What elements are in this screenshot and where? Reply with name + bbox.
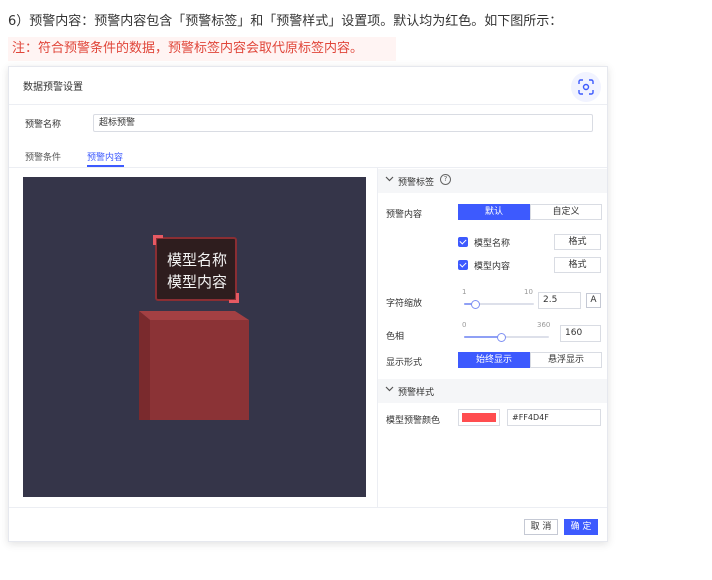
tabs-divider (9, 167, 607, 168)
color-swatch (462, 413, 496, 422)
tag-line-content: 模型内容 (167, 273, 228, 291)
dialog-title: 数据预警设置 (23, 82, 83, 93)
hue-fill (464, 336, 502, 338)
hue-label: 色相 (386, 332, 405, 342)
section-warning-style[interactable]: 预警样式 (378, 379, 607, 403)
header-divider (9, 104, 607, 105)
warning-tag: 模型名称 模型内容 (153, 235, 239, 303)
tag-corner-top-left (153, 235, 163, 245)
hue-thumb[interactable] (496, 332, 506, 342)
font-style-button[interactable]: A (586, 293, 601, 308)
font-scale-label: 字符缩放 (386, 299, 423, 309)
section-warning-label[interactable]: 预警标签 ? (378, 169, 607, 193)
font-scale-min: 1 (462, 288, 467, 296)
preview-canvas[interactable]: 模型名称 模型内容 (23, 177, 366, 497)
font-scale-input[interactable]: 2.5 (538, 292, 581, 309)
section-title: 预警样式 (398, 388, 435, 398)
display-hover-option[interactable]: 悬浮显示 (530, 352, 602, 368)
tab-content[interactable]: 预警内容 (87, 150, 123, 163)
name-input[interactable]: 超标预警 (93, 114, 593, 132)
content-default-option[interactable]: 默认 (458, 204, 530, 220)
model-box (139, 311, 249, 420)
warning-settings-dialog: 数据预警设置 预警名称 超标预警 预警条件 预警内容 模型名称 模型内容 预警标… (8, 66, 608, 542)
panel-divider (377, 167, 378, 507)
tag-line-name: 模型名称 (167, 251, 228, 269)
tag-corner-bottom-right (229, 293, 239, 303)
color-hex-input[interactable]: #FF4D4F (507, 409, 601, 426)
scan-button[interactable] (571, 72, 601, 102)
format-button-model-name[interactable]: 格式 (554, 234, 601, 250)
font-scale-max: 10 (524, 288, 533, 296)
chevron-down-icon (385, 386, 394, 392)
hue-slider[interactable] (464, 332, 549, 342)
question-circle-icon[interactable]: ? (440, 174, 451, 185)
content-label: 预警内容 (386, 210, 423, 220)
confirm-button[interactable]: 确 定 (564, 519, 598, 535)
tab-conditions[interactable]: 预警条件 (25, 150, 61, 163)
checkbox-model-name[interactable] (458, 237, 468, 247)
font-scale-thumb[interactable] (471, 299, 481, 309)
chevron-down-icon (385, 176, 394, 182)
content-custom-option[interactable]: 自定义 (530, 204, 602, 220)
footer-divider (9, 507, 607, 508)
intro-text: 6）预警内容：预警内容包含「预警标签」和「预警样式」设置项。默认均为红色。如下图… (8, 14, 563, 29)
name-label: 预警名称 (25, 120, 62, 130)
section-title: 预警标签 (398, 178, 435, 188)
checkbox-model-content-label: 模型内容 (474, 262, 511, 272)
checkbox-model-content[interactable] (458, 260, 468, 270)
format-button-model-content[interactable]: 格式 (554, 257, 601, 273)
scan-icon (578, 79, 594, 95)
note-banner: 注：符合预警条件的数据，预警标签内容会取代原标签内容。 (8, 37, 396, 61)
display-always-option[interactable]: 始终显示 (458, 352, 530, 368)
hue-max: 360 (537, 321, 551, 329)
hue-input[interactable]: 160 (560, 325, 601, 342)
display-mode-label: 显示形式 (386, 358, 423, 368)
checkbox-model-name-label: 模型名称 (474, 239, 511, 249)
font-scale-slider[interactable] (464, 299, 534, 309)
color-picker[interactable] (458, 409, 500, 426)
cancel-button[interactable]: 取 消 (524, 519, 558, 535)
hue-min: 0 (462, 321, 467, 329)
warning-color-label: 模型预警颜色 (386, 416, 441, 426)
